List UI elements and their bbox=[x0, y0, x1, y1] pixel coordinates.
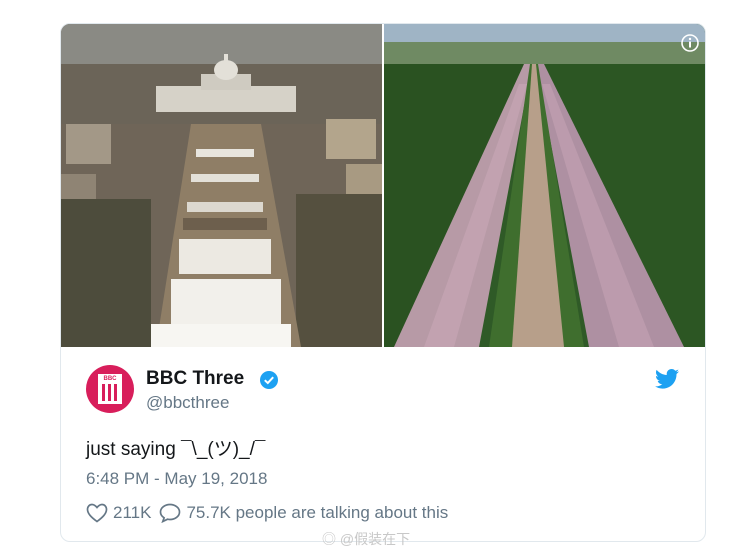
washington-mall-crowd-photo[interactable] bbox=[61, 24, 382, 347]
twitter-bird-icon[interactable] bbox=[655, 369, 679, 389]
like-button[interactable]: 211K bbox=[86, 503, 151, 523]
bbc-three-logo: BBC bbox=[98, 374, 122, 404]
tweet-media[interactable] bbox=[61, 24, 705, 347]
windsor-long-walk-crowd-photo[interactable] bbox=[384, 24, 705, 347]
weibo-icon: ◎ bbox=[322, 531, 336, 547]
weibo-watermark: ◎ @假装在下 bbox=[322, 531, 411, 547]
info-icon[interactable] bbox=[681, 34, 699, 52]
heart-icon bbox=[86, 503, 108, 523]
tweet-actions: 211K 75.7K people are talking about this bbox=[86, 500, 456, 526]
user-handle[interactable]: @bbcthree bbox=[146, 393, 229, 413]
tweet-card: BBC BBC Three @bbcthree just saying ¯\_(… bbox=[60, 23, 706, 542]
tweet-text: just saying ¯\_(ツ)_/¯ bbox=[86, 439, 266, 460]
like-count: 211K bbox=[113, 503, 152, 522]
tweet-timestamp[interactable]: 6:48 PM - May 19, 2018 bbox=[86, 469, 267, 489]
display-name[interactable]: BBC Three bbox=[146, 368, 244, 390]
reply-button[interactable]: 75.7K people are talking about this bbox=[159, 503, 448, 523]
speech-bubble-icon bbox=[160, 503, 181, 523]
talking-count: 75.7K people are talking about this bbox=[186, 503, 449, 522]
avatar[interactable]: BBC bbox=[86, 365, 134, 413]
verified-badge-icon bbox=[260, 371, 278, 389]
